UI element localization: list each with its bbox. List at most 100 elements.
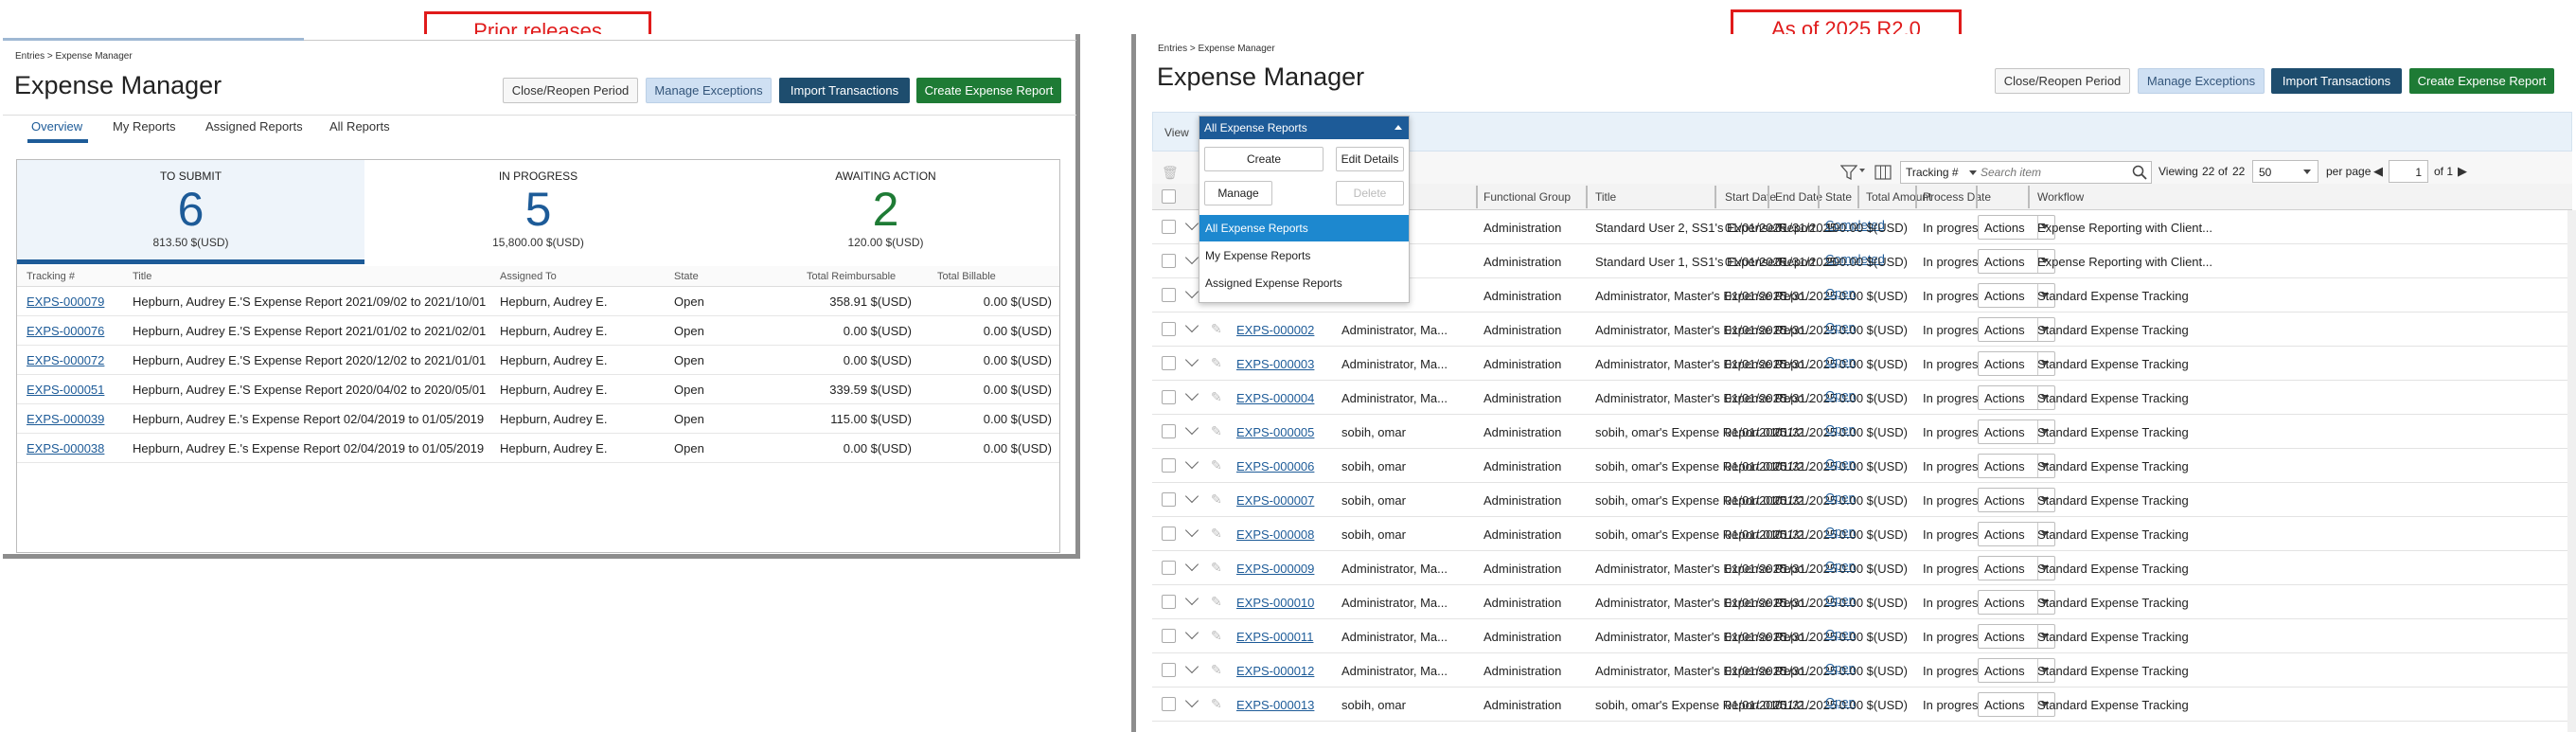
column-separator[interactable]: [2028, 186, 2030, 208]
tracking-link[interactable]: EXPS-000051: [27, 383, 104, 397]
row-checkbox[interactable]: [1162, 527, 1176, 541]
row-checkbox[interactable]: [1162, 322, 1176, 336]
tracking-link[interactable]: EXPS-000008: [1236, 527, 1314, 542]
row-checkbox[interactable]: [1162, 629, 1176, 643]
attachment-icon[interactable]: ✎: [1211, 321, 1222, 337]
filter-icon[interactable]: [1840, 165, 1857, 180]
row-checkbox[interactable]: [1162, 492, 1176, 507]
trash-icon[interactable]: 🗑: [1162, 165, 1179, 181]
tab-my-reports[interactable]: My Reports: [113, 119, 175, 134]
col-state[interactable]: State: [1825, 190, 1852, 204]
attachment-icon[interactable]: ✎: [1211, 491, 1222, 508]
col-workflow[interactable]: Workflow: [2037, 190, 2084, 204]
delete-view-button[interactable]: Delete: [1336, 181, 1404, 205]
manage-exceptions-button[interactable]: Manage Exceptions: [646, 78, 772, 103]
column-separator[interactable]: [1857, 186, 1859, 208]
table-row[interactable]: ✎ EXPS-000013 sobih, omar Administration sob…: [1152, 687, 2572, 722]
next-page-icon[interactable]: ▶: [2458, 164, 2467, 179]
column-separator[interactable]: [1976, 186, 1978, 208]
expand-chevron-icon[interactable]: [1184, 455, 1199, 470]
column-separator[interactable]: [1768, 186, 1769, 208]
column-separator[interactable]: [1714, 186, 1716, 208]
manage-views-button[interactable]: Manage: [1204, 181, 1272, 205]
select-all-checkbox[interactable]: [1162, 189, 1176, 204]
tracking-link[interactable]: EXPS-000012: [1236, 664, 1314, 678]
table-row[interactable]: EXPS-000051 Hepburn, Audrey E.'S Expense …: [17, 375, 1059, 404]
tracking-link[interactable]: EXPS-000007: [1236, 493, 1314, 508]
expand-chevron-icon[interactable]: [1184, 557, 1199, 572]
tracking-link[interactable]: EXPS-000006: [1236, 459, 1314, 473]
tracking-link[interactable]: EXPS-000011: [1236, 630, 1313, 644]
columns-icon[interactable]: [1874, 165, 1892, 180]
attachment-icon[interactable]: ✎: [1211, 355, 1222, 371]
import-transactions-button[interactable]: Import Transactions: [2271, 68, 2402, 94]
table-row[interactable]: ✎ EXPS-000011 Administrator, Ma... Administ…: [1152, 619, 2572, 653]
table-row[interactable]: ✎ EXPS-000002 Administrator, Ma... Administ…: [1152, 312, 2572, 347]
expand-chevron-icon[interactable]: [1184, 352, 1199, 367]
row-checkbox[interactable]: [1162, 220, 1176, 234]
summary-in-progress[interactable]: IN PROGRESS 5 15,800.00 $(USD): [364, 160, 712, 264]
attachment-icon[interactable]: ✎: [1211, 389, 1222, 405]
chevron-down-icon[interactable]: [1969, 170, 1977, 175]
table-row[interactable]: EXPS-000079 Hepburn, Audrey E.'S Expense …: [17, 287, 1059, 316]
breadcrumb[interactable]: Entries > Expense Manager: [1158, 44, 1275, 54]
expand-chevron-icon[interactable]: [1184, 625, 1199, 640]
tracking-link[interactable]: EXPS-000002: [1236, 323, 1314, 337]
manage-exceptions-button[interactable]: Manage Exceptions: [2138, 68, 2265, 94]
col-total-reimbursable[interactable]: Total Reimbursable: [807, 271, 896, 282]
view-option-assigned[interactable]: Assigned Expense Reports: [1199, 270, 1409, 296]
close-reopen-period-button[interactable]: Close/Reopen Period: [503, 78, 638, 103]
create-expense-report-button[interactable]: Create Expense Report: [2409, 68, 2554, 94]
table-row[interactable]: EXPS-000076 Hepburn, Audrey E.'S Expense …: [17, 316, 1059, 346]
search-field-select[interactable]: Tracking #: [1906, 166, 1959, 179]
tracking-link[interactable]: EXPS-000076: [27, 324, 104, 338]
prev-page-icon[interactable]: ◀: [2373, 164, 2383, 179]
page-input[interactable]: 1: [2389, 160, 2428, 183]
expand-chevron-icon[interactable]: [1184, 693, 1199, 708]
expand-chevron-icon[interactable]: [1184, 386, 1199, 402]
tracking-link[interactable]: EXPS-000038: [27, 441, 104, 455]
col-total-amount[interactable]: Total Amount: [1866, 190, 1931, 204]
col-state[interactable]: State: [674, 271, 699, 282]
tracking-link[interactable]: EXPS-000072: [27, 353, 104, 367]
view-option-all[interactable]: All Expense Reports: [1199, 215, 1409, 241]
column-separator[interactable]: [1586, 186, 1588, 208]
expand-chevron-icon[interactable]: [1184, 420, 1199, 436]
table-row[interactable]: ✎ EXPS-000007 sobih, omar Administration sob…: [1152, 483, 2572, 517]
row-checkbox[interactable]: [1162, 697, 1176, 711]
table-row[interactable]: ✎ EXPS-000004 Administrator, Ma... Administ…: [1152, 381, 2572, 415]
attachment-icon[interactable]: ✎: [1211, 560, 1222, 576]
tracking-link[interactable]: EXPS-000003: [1236, 357, 1314, 371]
close-reopen-period-button[interactable]: Close/Reopen Period: [1995, 68, 2130, 94]
tab-overview[interactable]: Overview: [31, 119, 82, 134]
tracking-link[interactable]: EXPS-000009: [1236, 562, 1314, 576]
attachment-icon[interactable]: ✎: [1211, 696, 1222, 712]
grid-scrollbar[interactable]: [2567, 210, 2576, 732]
attachment-icon[interactable]: ✎: [1211, 628, 1222, 644]
summary-awaiting-action[interactable]: AWAITING ACTION 2 120.00 $(USD): [712, 160, 1059, 264]
tracking-link[interactable]: EXPS-000013: [1236, 698, 1314, 712]
column-separator[interactable]: [1915, 186, 1917, 208]
col-assigned-to[interactable]: Assigned To: [500, 271, 557, 282]
create-expense-report-button[interactable]: Create Expense Report: [916, 78, 1061, 103]
table-row[interactable]: ✎ EXPS-000005 sobih, omar Administration sob…: [1152, 415, 2572, 449]
row-checkbox[interactable]: [1162, 390, 1176, 404]
row-checkbox[interactable]: [1162, 356, 1176, 370]
table-row[interactable]: ✎ EXPS-000010 Administrator, Ma... Administ…: [1152, 585, 2572, 619]
breadcrumb[interactable]: Entries > Expense Manager: [15, 51, 133, 62]
expand-chevron-icon[interactable]: [1184, 284, 1199, 299]
col-title[interactable]: Title: [1595, 190, 1616, 204]
table-row[interactable]: ✎ EXPS-000003 Administrator, Ma... Administ…: [1152, 347, 2572, 381]
tracking-link[interactable]: EXPS-000004: [1236, 391, 1314, 405]
view-option-my[interactable]: My Expense Reports: [1199, 242, 1409, 269]
table-row[interactable]: ✎ EXPS-000012 Administrator, Ma... Administ…: [1152, 653, 2572, 687]
row-checkbox[interactable]: [1162, 561, 1176, 575]
summary-to-submit[interactable]: TO SUBMIT 6 813.50 $(USD): [17, 160, 364, 264]
row-checkbox[interactable]: [1162, 424, 1176, 438]
filter-dropdown-icon[interactable]: [1859, 169, 1865, 172]
expand-chevron-icon[interactable]: [1184, 591, 1199, 606]
tracking-link[interactable]: EXPS-000079: [27, 295, 104, 309]
search-icon[interactable]: [2132, 165, 2147, 180]
per-page-select[interactable]: 50: [2252, 160, 2318, 183]
column-separator[interactable]: [1476, 186, 1478, 208]
